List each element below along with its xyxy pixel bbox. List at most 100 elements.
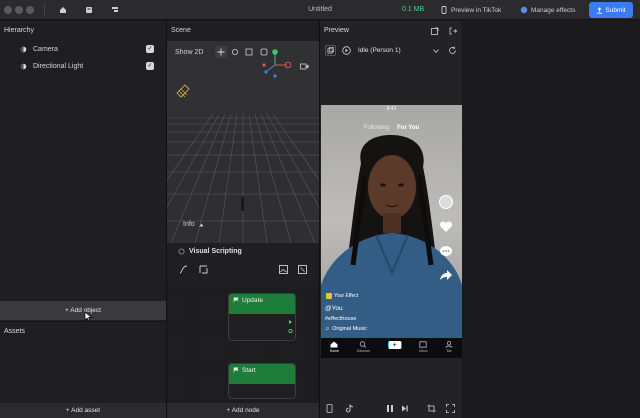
scale-tool-button[interactable] bbox=[245, 48, 253, 58]
hierarchy-item-label: Camera bbox=[33, 45, 58, 53]
inbox-icon bbox=[419, 341, 428, 348]
search-icon bbox=[360, 341, 367, 348]
hierarchy-item-label: Directional Light bbox=[33, 62, 84, 70]
comment-tool-button[interactable] bbox=[199, 265, 208, 276]
visual-scripting-panel: Visual Scripting Update Start bbox=[167, 243, 319, 418]
rect-tool-icon bbox=[260, 48, 268, 56]
create-button[interactable]: + bbox=[387, 341, 402, 349]
preview-subject-dropdown[interactable]: Idle (Person 1) bbox=[356, 45, 441, 56]
layout-icon[interactable] bbox=[84, 5, 94, 15]
light-object-icon bbox=[20, 63, 27, 69]
fullscreen-button[interactable] bbox=[446, 404, 455, 415]
feed-tabs: Following For You bbox=[321, 125, 462, 131]
sound-info[interactable]: ♫ Original Music bbox=[325, 326, 367, 332]
image-icon bbox=[279, 265, 288, 274]
tab-for-you[interactable]: For You bbox=[397, 125, 419, 131]
close-window-icon[interactable] bbox=[4, 6, 12, 14]
node-label: Start bbox=[242, 367, 256, 374]
info-dropdown[interactable]: Info bbox=[183, 221, 204, 228]
fullscreen-icon bbox=[446, 404, 455, 413]
play-circle-icon bbox=[342, 46, 351, 55]
crop-icon bbox=[427, 404, 436, 413]
scene-camera-button[interactable] bbox=[300, 63, 309, 72]
show-2d-toggle[interactable]: Show 2D bbox=[175, 49, 203, 56]
camera-visibility-checkbox[interactable]: ✓ bbox=[146, 45, 154, 53]
hashtag[interactable]: #effecthouse bbox=[325, 316, 356, 322]
hierarchy-item-directional-light[interactable]: Directional Light bbox=[20, 60, 83, 72]
share-icon[interactable] bbox=[439, 269, 453, 281]
status-time: 9:41 bbox=[386, 106, 397, 112]
add-object-button[interactable]: + Add object bbox=[0, 301, 166, 320]
username[interactable]: @You bbox=[325, 305, 343, 312]
nav-home[interactable]: Home bbox=[330, 341, 339, 353]
image-view-button[interactable] bbox=[279, 265, 288, 276]
home-icon[interactable] bbox=[58, 5, 68, 15]
tiktok-button[interactable] bbox=[345, 404, 354, 415]
scale-icon bbox=[245, 48, 253, 56]
maximize-window-icon[interactable] bbox=[26, 6, 34, 14]
manage-effects-button[interactable]: Manage effects bbox=[520, 4, 575, 16]
phone-preview[interactable]: 9:41 Following For You Your Effect @You … bbox=[321, 105, 462, 358]
phone-device-button[interactable] bbox=[326, 404, 333, 415]
nav-inbox[interactable]: Inbox bbox=[419, 341, 428, 353]
exit-preview-button[interactable] bbox=[449, 27, 458, 37]
play-button[interactable] bbox=[342, 46, 351, 57]
effect-label: Your Effect bbox=[334, 293, 359, 299]
preview-subject-value: Idle (Person 1) bbox=[358, 47, 401, 54]
nav-discover[interactable]: Discover bbox=[357, 341, 370, 353]
refresh-button[interactable] bbox=[448, 46, 457, 57]
add-asset-button[interactable]: + Add asset bbox=[0, 403, 166, 418]
fit-view-button[interactable] bbox=[298, 265, 307, 276]
fit-icon bbox=[298, 265, 307, 274]
person-model[interactable] bbox=[240, 196, 245, 211]
move-tool-button[interactable] bbox=[215, 46, 227, 58]
preview-in-tiktok-label: Preview in TikTok bbox=[451, 6, 502, 14]
home-icon bbox=[330, 341, 338, 348]
crop-button[interactable] bbox=[427, 404, 436, 415]
creator-avatar[interactable] bbox=[439, 195, 453, 209]
device-toggle-button[interactable] bbox=[325, 45, 336, 56]
effect-badge[interactable]: Your Effect bbox=[326, 293, 358, 299]
visual-scripting-title: Visual Scripting bbox=[189, 248, 242, 255]
preview-in-tiktok-button[interactable]: Preview in TikTok bbox=[440, 4, 501, 16]
rect-tool-button[interactable] bbox=[260, 48, 268, 58]
like-heart-icon[interactable] bbox=[439, 221, 453, 233]
phone-bottom-nav: Home Discover + Inbox Me bbox=[321, 338, 462, 358]
connect-tool-button[interactable] bbox=[179, 265, 188, 276]
camera-object-icon bbox=[20, 46, 27, 52]
submit-button[interactable]: Submit bbox=[589, 2, 633, 18]
assets-title: Assets bbox=[4, 328, 26, 335]
project-size: 0.1 MB bbox=[402, 6, 425, 13]
pop-out-button[interactable] bbox=[431, 27, 439, 37]
scene-panel: Scene Show 2D Info bbox=[167, 21, 319, 243]
rotate-tool-button[interactable] bbox=[231, 48, 239, 58]
nav-me[interactable]: Me bbox=[445, 341, 453, 353]
flag-icon bbox=[233, 367, 239, 373]
external-link-icon bbox=[431, 27, 439, 35]
comment-icon[interactable] bbox=[439, 245, 453, 257]
graph-icon[interactable] bbox=[110, 5, 120, 15]
add-node-button[interactable]: + Add node bbox=[167, 403, 319, 418]
exit-icon bbox=[449, 27, 458, 35]
layers-icon bbox=[327, 47, 334, 54]
tab-following[interactable]: Following bbox=[364, 125, 389, 131]
video-camera-icon bbox=[300, 63, 309, 70]
node-label: Update bbox=[242, 297, 263, 304]
light-visibility-checkbox[interactable]: ✓ bbox=[146, 62, 154, 70]
effect-icon bbox=[326, 293, 332, 299]
start-node[interactable]: Start bbox=[228, 363, 296, 399]
update-node[interactable]: Update bbox=[228, 293, 296, 341]
scene-title: Scene bbox=[167, 21, 319, 41]
pause-button[interactable] bbox=[386, 404, 394, 415]
visual-scripting-header: Visual Scripting bbox=[178, 248, 242, 255]
phone-icon bbox=[441, 6, 447, 14]
sound-label: Original Music bbox=[332, 326, 367, 332]
preview-title: Preview bbox=[324, 27, 349, 34]
step-forward-button[interactable] bbox=[401, 404, 409, 415]
action-rail bbox=[439, 195, 453, 281]
title-bar: Untitled 0.1 MB Preview in TikTok Manage… bbox=[0, 0, 640, 20]
chevron-down-icon bbox=[433, 48, 439, 53]
minimize-window-icon[interactable] bbox=[15, 6, 23, 14]
hierarchy-item-camera[interactable]: Camera bbox=[20, 43, 58, 55]
rotate-icon bbox=[232, 49, 238, 55]
